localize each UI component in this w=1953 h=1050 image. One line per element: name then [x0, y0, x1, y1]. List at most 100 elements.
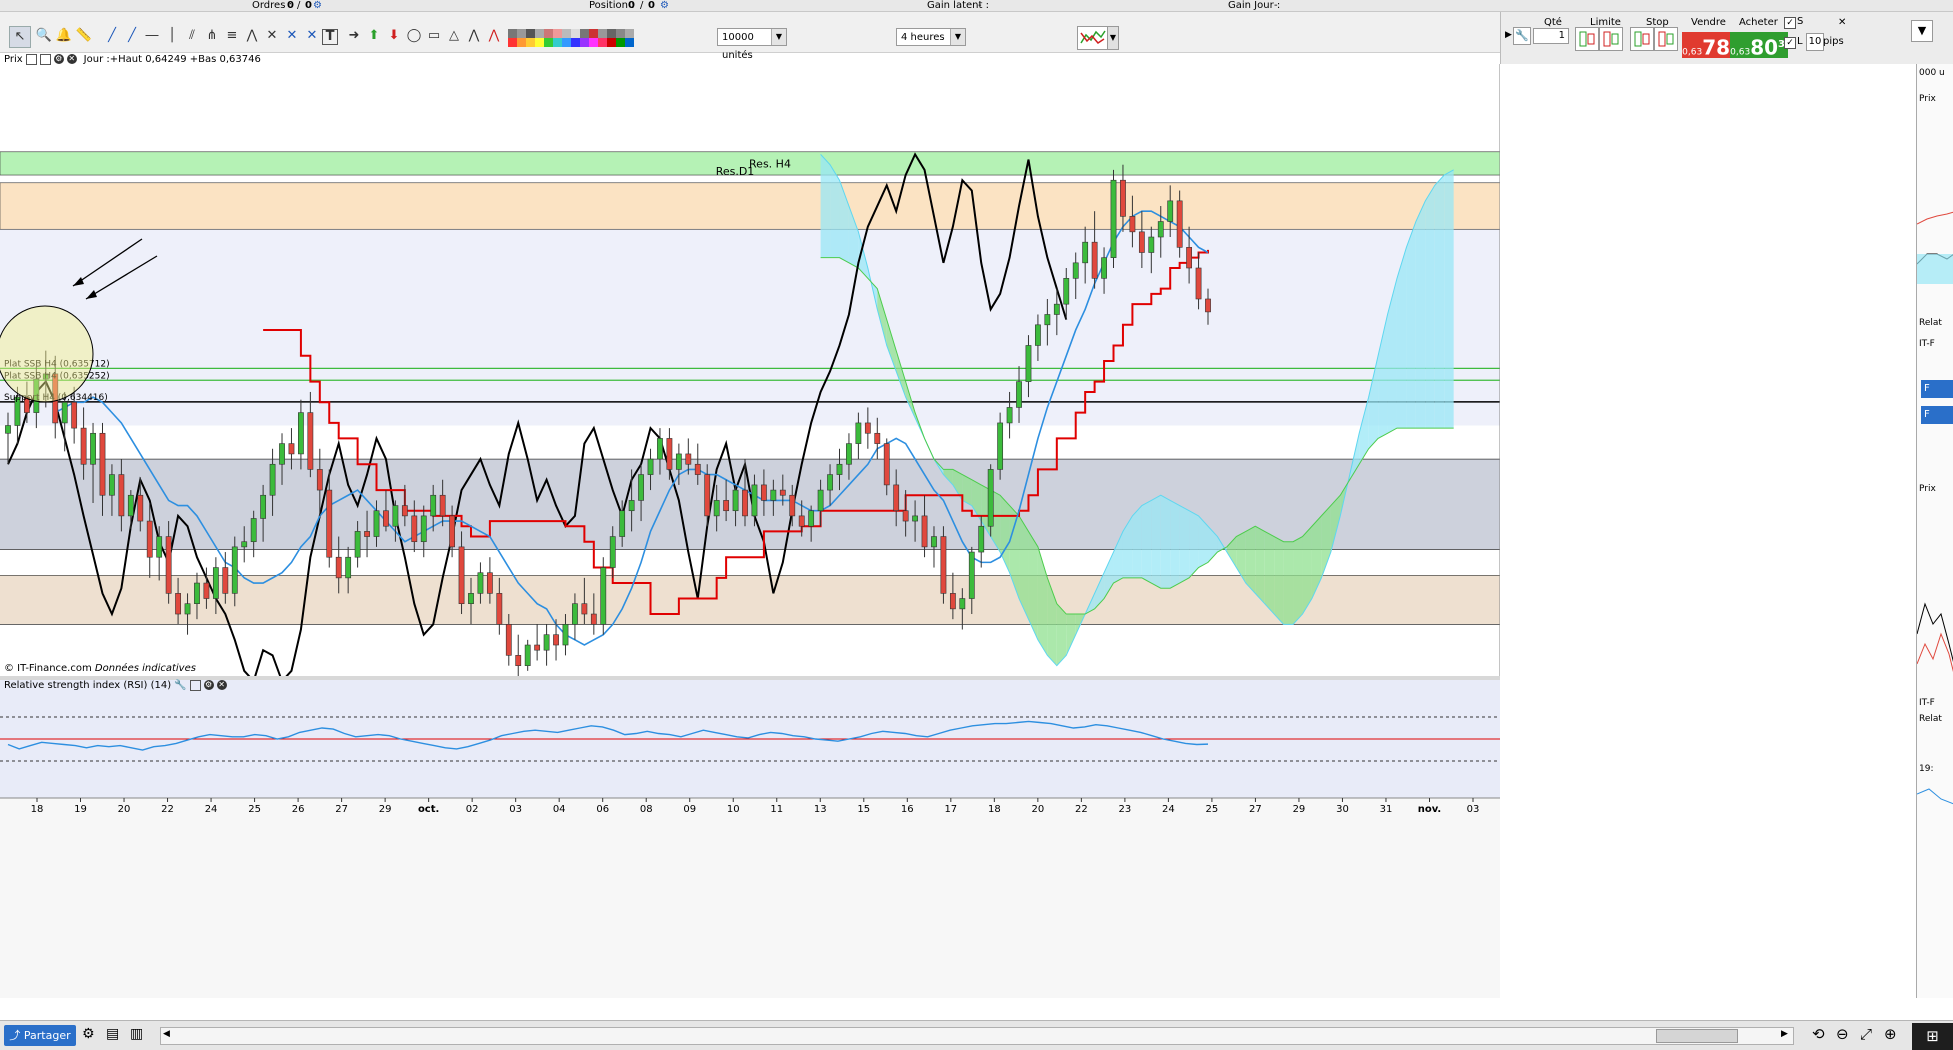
zoom-in-icon[interactable]: ⊕ — [1884, 1025, 1897, 1043]
rectangle-icon[interactable]: ▭ — [424, 26, 444, 46]
chevron-down-icon[interactable]: ▼ — [1911, 20, 1933, 42]
settings-icon[interactable]: ⚙ — [53, 54, 64, 64]
triangle-icon[interactable]: △ — [444, 26, 464, 46]
zoom-fit-icon[interactable]: ⤢ — [1860, 1025, 1872, 1043]
chart-area[interactable]: Res. H4 Res.D1 Plat SSB H4 (0,635712) Plat … — [0, 64, 1541, 998]
pitchfork-icon[interactable]: ⋀ — [242, 26, 262, 46]
rsi-panel: 10045,341 — [0, 680, 1537, 798]
candle-body — [118, 474, 125, 517]
chevron-down-icon[interactable]: ▼ — [1107, 26, 1119, 50]
candle-body — [770, 489, 777, 501]
qty-input[interactable]: 1 — [1533, 28, 1569, 44]
arrow-up-icon[interactable]: ⬆ — [364, 26, 384, 46]
quantity-select[interactable]: 10000 unités ▼ — [717, 28, 787, 61]
fibonacci-icon[interactable]: ≡ — [222, 26, 242, 46]
close-icon[interactable]: ✕ — [216, 680, 227, 690]
gann-icon[interactable]: ✕ — [262, 26, 282, 46]
close-icon[interactable]: ✕ — [66, 54, 77, 64]
candle-body — [1072, 262, 1079, 279]
magnifier-icon[interactable]: 🔍 — [34, 26, 54, 46]
grey-band — [0, 459, 1500, 550]
wrench-icon[interactable]: 🔧 — [174, 680, 186, 691]
maximize-icon[interactable] — [25, 53, 37, 65]
time-tick-label: 29 — [379, 804, 392, 815]
arrow-right-icon[interactable]: ➜ — [344, 26, 364, 46]
cloud-segment — [1141, 500, 1152, 584]
time-tick-label: 13 — [814, 804, 827, 815]
maximize-icon[interactable] — [189, 679, 201, 691]
restore-icon[interactable] — [39, 53, 51, 65]
line-tool-icon[interactable]: ╱ — [102, 26, 122, 46]
candle-body — [165, 536, 172, 594]
stop-sell-icon[interactable] — [1654, 27, 1678, 51]
candle-body — [921, 515, 928, 548]
limit-sell-icon[interactable] — [1599, 27, 1623, 51]
bell-icon[interactable]: 🔔 — [54, 26, 74, 46]
wrench-icon[interactable]: 🔧 — [1513, 27, 1531, 45]
res-h4-label: Res. H4 — [749, 157, 791, 170]
candle-body — [345, 556, 352, 579]
scroll-left-icon[interactable]: ◀ — [163, 1029, 170, 1039]
time-tick-label: 19 — [74, 804, 87, 815]
text-tool-icon[interactable]: T — [322, 29, 338, 45]
vertical-line-icon[interactable]: │ — [162, 26, 182, 46]
buy-button[interactable]: 0,63803 — [1730, 32, 1788, 60]
horizontal-line-icon[interactable]: ― — [142, 26, 162, 46]
candle-body — [1091, 241, 1098, 279]
chart-type-icon[interactable] — [1077, 26, 1109, 50]
windows-icon[interactable]: ⊞ — [1912, 1023, 1953, 1050]
cloud-segment — [1444, 169, 1454, 429]
candle-body — [628, 500, 635, 512]
candle-body — [798, 515, 805, 527]
timeframe-select[interactable]: 4 heures ▼ — [896, 28, 966, 46]
cloud-segment — [1425, 185, 1435, 429]
zoom-reset-icon[interactable]: ⟲ — [1812, 1025, 1825, 1043]
pips-input[interactable]: 10 — [1806, 33, 1824, 51]
orders-link-icon[interactable]: ⚙ — [313, 0, 322, 11]
candle-body — [751, 484, 758, 517]
price-chart-svg[interactable]: Res. H4Res.D1Plat SSB H4 (0,635712)Plat … — [0, 64, 1541, 998]
zoom-out-icon[interactable]: ⊖ — [1836, 1025, 1849, 1043]
elliott-icon[interactable]: ⋀ — [484, 26, 504, 46]
candle-body — [959, 598, 966, 610]
s-checkbox[interactable]: ✓ — [1784, 17, 1796, 29]
ruler-icon[interactable]: 📏 — [74, 26, 94, 46]
l-checkbox[interactable]: ✓ — [1784, 37, 1796, 49]
color-palette[interactable] — [508, 29, 634, 47]
candle-body — [1025, 345, 1032, 382]
candle-body — [874, 432, 881, 444]
cloud-segment — [1179, 505, 1190, 584]
chevron-down-icon: ▼ — [771, 29, 786, 45]
arrow-down-icon[interactable]: ⬇ — [384, 26, 404, 46]
limit-buy-icon[interactable] — [1575, 27, 1599, 51]
cursor-icon[interactable]: ↖ — [9, 26, 31, 48]
export-icon[interactable]: ▥ — [130, 1026, 143, 1042]
horizontal-scrollbar[interactable]: ◀ ▶ — [160, 1027, 1794, 1045]
position-link-icon[interactable]: ⚙ — [660, 0, 669, 11]
close-icon[interactable]: ✕ — [1838, 17, 1846, 28]
candle-body — [307, 412, 314, 470]
zigzag-icon[interactable]: ⋀ — [464, 26, 484, 46]
candle-body — [534, 644, 541, 651]
cross-tool-icon[interactable]: ✕ — [282, 26, 302, 46]
print-icon[interactable]: ▤ — [106, 1026, 119, 1042]
candle-body — [978, 525, 985, 553]
ray-tool-icon[interactable]: ╱ — [122, 26, 142, 46]
candle-body — [392, 505, 399, 527]
stop-buy-icon[interactable] — [1630, 27, 1654, 51]
fork-tool-icon[interactable]: ⋔ — [202, 26, 222, 46]
scroll-thumb[interactable] — [1656, 1029, 1738, 1043]
chevron-right-icon[interactable]: ▶ — [1505, 30, 1512, 40]
camera-icon[interactable]: ⚙ — [82, 1026, 95, 1042]
settings-icon[interactable]: ⚙ — [203, 680, 214, 690]
candle-body — [1016, 381, 1022, 408]
channel-tool-icon[interactable]: ⫽ — [182, 26, 202, 46]
highlight-circle — [0, 305, 94, 403]
cross-tool-2-icon[interactable]: ✕ — [302, 26, 322, 46]
scroll-right-icon[interactable]: ▶ — [1781, 1029, 1788, 1039]
ellipse-icon[interactable]: ◯ — [404, 26, 424, 46]
cloud-segment — [1274, 536, 1284, 625]
share-button[interactable]: ⤴ Partager — [4, 1025, 76, 1046]
cloud-segment — [1151, 495, 1161, 589]
candle-body — [5, 425, 11, 434]
